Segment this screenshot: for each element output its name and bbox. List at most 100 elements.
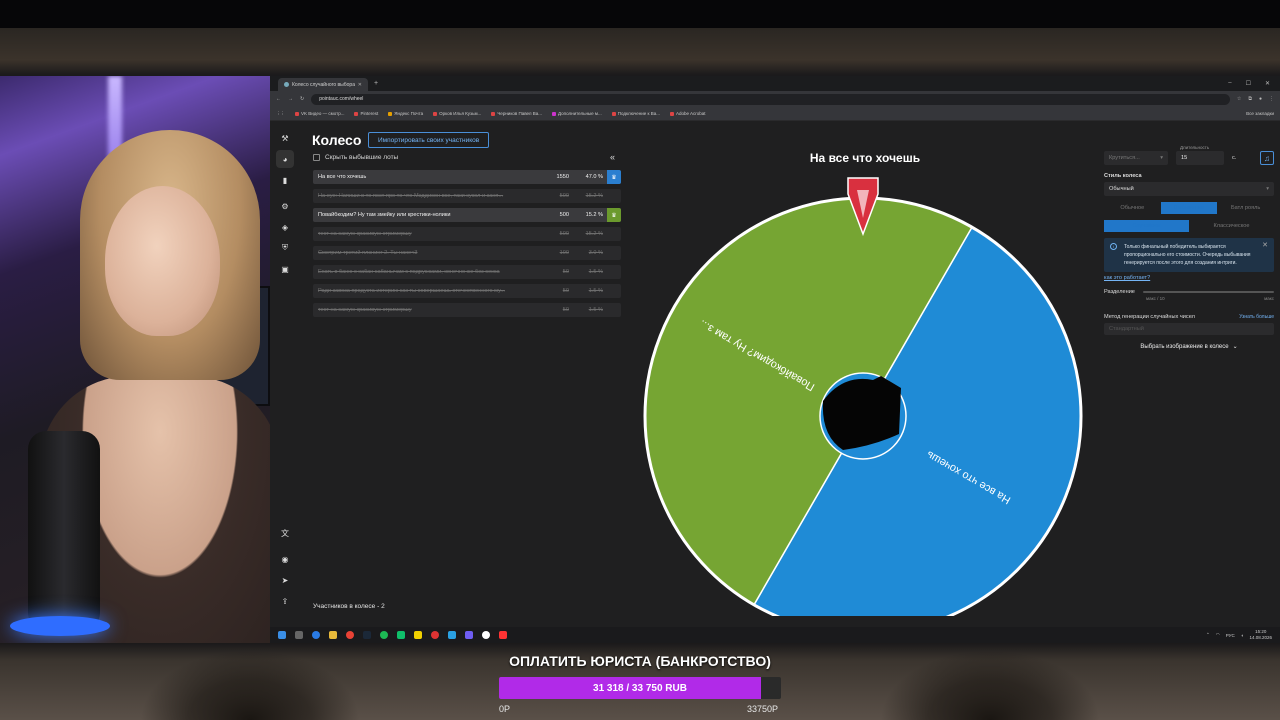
microphone [28, 431, 100, 631]
donate-icon[interactable]: ⇪ [276, 592, 294, 610]
steam-icon[interactable] [363, 631, 371, 639]
app-icon[interactable] [414, 631, 422, 639]
gear-icon[interactable]: ⚙ [276, 197, 294, 215]
rng-learn-more-link[interactable]: Узнать больше [1239, 314, 1274, 320]
task-view-icon[interactable] [295, 631, 303, 639]
wheel[interactable]: На все что хочешьПовайбкодим? Ну там з..… [640, 146, 1090, 616]
back-icon[interactable]: ← [276, 96, 281, 102]
history-icon[interactable]: ▣ [276, 260, 294, 278]
rng-select[interactable]: Стандартный [1104, 323, 1274, 335]
menu-icon[interactable]: ⋮ [1269, 96, 1274, 102]
trophy-icon[interactable]: ♛ [607, 170, 621, 184]
lot-name: На еуе: Напиши в то пост про то что Мэдд… [318, 193, 504, 199]
lot-row[interactable]: тест на самую красивую стримершу 500 15.2 … [313, 227, 621, 241]
network-icon[interactable]: ◠ [1216, 632, 1220, 638]
bookmark-item[interactable]: Черников Павел Ва... [491, 111, 542, 116]
app-icon[interactable] [482, 631, 490, 639]
wheel-icon[interactable]: ◕ [276, 150, 294, 168]
auction-hammer-icon[interactable]: ⚒ [276, 129, 294, 147]
lot-name: Ехать в баню с кабан кабанычам с подружк… [318, 269, 500, 275]
minimize-icon[interactable]: – [1228, 80, 1231, 87]
explorer-icon[interactable] [329, 631, 337, 639]
yandex-browser-icon[interactable] [499, 631, 507, 639]
info-text: Только финальный победитель выбирается п… [1124, 244, 1251, 266]
tab-title: Колесо случайного выбора [291, 81, 355, 88]
bookmark-item[interactable]: Дополнительные м... [552, 111, 602, 116]
image-select[interactable]: Выбрать изображение в колесе ⌄ [1104, 343, 1274, 351]
tab-battle-royale[interactable]: Батл рояль [1217, 202, 1274, 214]
tab-elimination[interactable]: Выбывание [1160, 202, 1218, 214]
lang-indicator[interactable]: РУС [1226, 633, 1235, 638]
how-it-works-link[interactable]: как это работает? [1104, 275, 1274, 281]
speaker-icon[interactable]: ◖ [1241, 633, 1244, 638]
spotify-icon[interactable] [380, 631, 388, 639]
layers-icon[interactable]: ◈ [276, 218, 294, 236]
lot-spacer [607, 303, 621, 317]
hide-eliminated-checkbox[interactable]: Скрыть выбывшие лоты [313, 154, 398, 161]
spin-select[interactable]: Крутиться... ▾ [1104, 151, 1168, 165]
lot-spacer [607, 246, 621, 260]
reload-icon[interactable]: ↻ [300, 96, 304, 102]
close-tab-icon[interactable]: ✕ [358, 82, 362, 88]
start-icon[interactable] [278, 631, 286, 639]
lot-row[interactable]: тест на самую красивую стримершу 50 1.5 % [313, 303, 621, 317]
tab-normal[interactable]: Обычное [1104, 202, 1161, 214]
bookmark-item[interactable]: Яндекс Почта [388, 111, 423, 116]
app-icon[interactable] [397, 631, 405, 639]
lot-row[interactable]: На еуе: Напиши в то пост про то что Мэдд… [313, 189, 621, 203]
lot-name: тест на самую красивую стримершу [318, 307, 412, 313]
edge-icon[interactable] [312, 631, 320, 639]
bookmark-item[interactable]: Adobe Acrobat [670, 111, 706, 116]
collapse-list-icon[interactable]: « [610, 152, 615, 162]
lot-spacer [607, 227, 621, 241]
discord-icon[interactable] [465, 631, 473, 639]
chrome-icon[interactable] [346, 631, 354, 639]
lot-row[interactable]: Смотрим третий плэнинг 2. Ты нахе<3 100 3.… [313, 246, 621, 260]
goal-title: ОПЛАТИТЬ ЮРИСТА (БАНКРОТСТВО) [509, 653, 771, 669]
bookmark-item[interactable]: VK Видео — смотр... [295, 111, 344, 116]
close-info-icon[interactable]: ✕ [1262, 242, 1268, 250]
yandex-icon[interactable] [431, 631, 439, 639]
bookmark-item[interactable]: Pinterest [354, 111, 378, 116]
profile-icon[interactable]: ● [1259, 96, 1262, 102]
bookmark-item[interactable]: Орков Илья Кузьм... [433, 111, 481, 116]
tray-arrow-icon[interactable]: ⌃ [1206, 632, 1210, 638]
lot-row[interactable]: Повайбкодим? Ну там змейку или крестики-… [313, 208, 621, 222]
duration-group: Длительность 15 [1176, 145, 1224, 165]
lot-row[interactable]: На все что хочешь 1550 47.0 % ♛ [313, 170, 621, 184]
split-slider[interactable] [1142, 291, 1274, 293]
maximize-icon[interactable]: ☐ [1246, 80, 1251, 87]
close-window-icon[interactable]: ✕ [1265, 80, 1270, 87]
trophy-icon[interactable]: ♛ [607, 208, 621, 222]
new-tab-icon[interactable]: + [374, 80, 378, 87]
browser-tab[interactable]: Колесо случайного выбора ✕ [278, 78, 368, 91]
duration-input[interactable]: 15 [1176, 151, 1224, 165]
bookmark-item[interactable]: Подключение к Ва... [611, 111, 660, 116]
import-participants-button[interactable]: Импортировать своих участников [368, 132, 490, 148]
all-bookmarks[interactable]: Все закладки [1246, 111, 1274, 116]
tab-random[interactable]: Случайное [1104, 220, 1189, 232]
lot-row[interactable]: Ехать в баню с кабан кабанычам с подружк… [313, 265, 621, 279]
url-field[interactable]: pointauc.com/wheel [311, 93, 1230, 105]
lot-amount: 500 [559, 193, 569, 199]
telegram-icon[interactable]: ➤ [276, 571, 294, 589]
music-icon[interactable]: ♫ [1260, 151, 1274, 165]
bookmarks-bar: ⋮⋮ VK Видео — смотр... Pinterest Яндекс … [270, 107, 1280, 121]
tab-classic[interactable]: Классическое [1189, 220, 1274, 232]
github-icon[interactable]: ◉ [276, 550, 294, 568]
chevron-down-icon: ⌄ [1232, 344, 1238, 350]
apps-icon[interactable]: ⋮⋮ [276, 111, 285, 117]
translate-icon[interactable]: 文 [276, 524, 294, 542]
extensions-icon[interactable]: ⧉ [1248, 96, 1252, 102]
shield-icon[interactable]: ⛨ [276, 239, 294, 257]
style-select[interactable]: Обычный ▾ [1104, 182, 1274, 196]
bookmark-star-icon[interactable]: ☆ [1237, 96, 1241, 102]
checkbox-box[interactable] [313, 154, 320, 161]
telegram-taskbar-icon[interactable] [448, 631, 456, 639]
clock[interactable]: 15:20 14.08.2026 [1249, 629, 1272, 641]
lot-row[interactable]: Ради завоза продукта истерию как ты сове… [313, 284, 621, 298]
lot-percent: 15.2 % [585, 212, 603, 218]
lot-amount: 500 [559, 231, 569, 237]
forward-icon[interactable]: → [288, 96, 293, 102]
stats-icon[interactable]: ▮ [276, 171, 294, 189]
